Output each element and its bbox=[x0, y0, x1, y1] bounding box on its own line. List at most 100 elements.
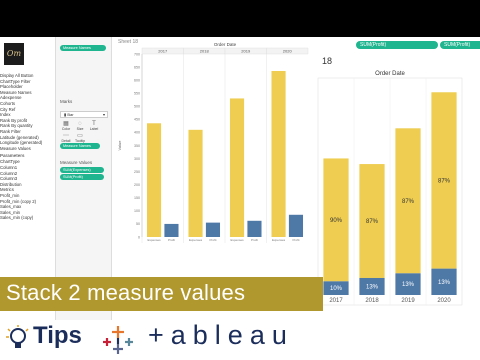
mark-button-size[interactable]: ◌ Size bbox=[74, 121, 86, 131]
y-tick-label: 250 bbox=[134, 170, 140, 174]
field-item[interactable]: Latitude (generated) bbox=[0, 135, 39, 140]
mark-button-label: Color bbox=[61, 127, 71, 131]
mark-button-tooltip[interactable]: ▭ Tooltip bbox=[74, 133, 86, 143]
y-tick-label: 150 bbox=[134, 196, 140, 200]
parameter-item[interactable]: Distribution bbox=[0, 182, 22, 187]
field-item[interactable]: Rank By quantity bbox=[0, 123, 32, 128]
y-tick-label: 300 bbox=[134, 157, 140, 161]
bar-axis-label: Expenses bbox=[189, 238, 203, 242]
parameter-item[interactable]: Profit_min (copy 2) bbox=[0, 199, 36, 204]
expense-percent-label: 87% bbox=[438, 178, 451, 184]
parameter-item[interactable]: Sales_min bbox=[0, 210, 20, 215]
bar-profit bbox=[247, 220, 262, 237]
measure-value-pill-profit[interactable]: SUM(Profit) bbox=[60, 174, 104, 180]
expense-percent-label: 87% bbox=[366, 219, 379, 225]
mark-button-color[interactable]: ▦ Color bbox=[60, 121, 72, 131]
y-tick-label: 450 bbox=[134, 118, 140, 122]
bar-profit bbox=[288, 214, 304, 237]
y-tick-label: 100 bbox=[134, 209, 140, 213]
parameter-item[interactable]: Metrics bbox=[0, 187, 14, 192]
bar-expenses bbox=[188, 129, 203, 237]
field-item[interactable]: Measure Names bbox=[0, 90, 32, 95]
tableau-screen: Om Display All Button ChartType Filter Pla… bbox=[0, 37, 480, 320]
profit-percent-label: 13% bbox=[366, 284, 379, 290]
measure-values-card-title: Measure Values bbox=[60, 160, 93, 165]
mark-button-label[interactable]: T Label bbox=[88, 121, 100, 131]
bar-axis-label: Profit bbox=[209, 238, 216, 242]
category-label: 2017 bbox=[329, 298, 343, 304]
bar-axis-label: Expenses bbox=[272, 238, 286, 242]
chevron-down-icon: ▾ bbox=[102, 112, 105, 117]
bar-axis-label: Expenses bbox=[147, 238, 161, 242]
marks-pill-measure-names[interactable]: Measure Names bbox=[60, 143, 100, 149]
field-item[interactable]: Longitude (generated) bbox=[0, 140, 42, 145]
measure-value-pill-expenses[interactable]: SUM(Expenses) bbox=[60, 167, 104, 173]
parameter-item[interactable]: Sales_max bbox=[0, 204, 21, 209]
category-label: 2018 bbox=[200, 49, 210, 54]
field-item[interactable]: Display All Button bbox=[0, 73, 33, 78]
columns-pill-measure-names[interactable]: Measure Names bbox=[60, 45, 106, 51]
marks-card-title: Marks bbox=[60, 99, 73, 104]
y-tick-label: 50 bbox=[136, 222, 140, 226]
field-item[interactable]: Rank By profit bbox=[0, 118, 27, 123]
lightbulb-icon bbox=[6, 325, 29, 348]
mark-button-label: Label bbox=[89, 127, 99, 131]
parameter-item[interactable]: Column1 bbox=[0, 165, 17, 170]
field-item[interactable]: Adexpense bbox=[0, 95, 22, 100]
mark-button-detail[interactable]: ⋯ Detail bbox=[60, 133, 72, 143]
y-tick-label: 700 bbox=[134, 52, 140, 56]
chart-header: Order Date bbox=[214, 42, 237, 47]
mark-type-dropdown[interactable]: ▮ Bar ▾ bbox=[60, 111, 108, 118]
bar-expenses bbox=[271, 70, 286, 237]
bar-axis-label: Expenses bbox=[230, 238, 244, 242]
bar-axis-label: Profit bbox=[251, 238, 258, 242]
bar-axis-label: Profit bbox=[292, 238, 299, 242]
category-label: 2020 bbox=[283, 49, 293, 54]
tableau-logo-icon bbox=[103, 326, 133, 354]
profit-percent-label: 10% bbox=[330, 286, 343, 292]
category-label: 2019 bbox=[241, 49, 251, 54]
bar-axis-label: Profit bbox=[168, 238, 175, 242]
y-tick-label: 200 bbox=[134, 183, 140, 187]
field-item[interactable]: Cohorts bbox=[0, 101, 15, 106]
field-item[interactable]: ChartType Filter bbox=[0, 79, 31, 84]
mark-type-value: Bar bbox=[67, 112, 74, 117]
field-item[interactable]: Measure Values bbox=[0, 146, 31, 151]
parameters-header: Parameters bbox=[0, 153, 25, 159]
parameter-item[interactable]: Profit_min bbox=[0, 193, 19, 198]
profit-percent-label: 13% bbox=[438, 280, 451, 286]
bar-expenses bbox=[146, 123, 162, 237]
field-item[interactable]: Placeholder bbox=[0, 84, 23, 89]
channel-logo: Om bbox=[4, 43, 24, 65]
parameter-item[interactable]: ChartType bbox=[0, 159, 20, 164]
category-label: 2018 bbox=[365, 298, 379, 304]
chart-header: Order Date bbox=[375, 71, 405, 77]
tips-label: Tips bbox=[33, 322, 82, 349]
y-axis-title: Value bbox=[117, 140, 122, 151]
parameter-item[interactable]: Column3 bbox=[0, 176, 17, 181]
y-tick-label: 350 bbox=[134, 144, 140, 148]
y-tick-label: 550 bbox=[134, 92, 140, 96]
parameter-item[interactable]: Column2 bbox=[0, 171, 17, 176]
profit-percent-label: 13% bbox=[402, 282, 415, 288]
expense-percent-label: 90% bbox=[330, 218, 343, 224]
y-tick-label: 600 bbox=[134, 78, 140, 82]
field-item[interactable]: Rank Filter bbox=[0, 129, 21, 134]
banner-text: Stack 2 measure values bbox=[6, 280, 246, 305]
bar-expenses bbox=[229, 98, 245, 237]
y-tick-label: 500 bbox=[134, 105, 140, 109]
bar-profit bbox=[164, 223, 179, 237]
field-item[interactable]: City Ref bbox=[0, 107, 15, 112]
chart-right: Order Date 90% 10% 2017 87% 13% 2018 87% 13% 2019… bbox=[317, 71, 463, 306]
y-tick-label: 400 bbox=[134, 131, 140, 135]
mark-button-label: Size bbox=[76, 127, 84, 131]
y-tick-label: 0 bbox=[138, 235, 140, 239]
bar-profit bbox=[205, 222, 221, 237]
parameter-item[interactable]: Sales_min (copy) bbox=[0, 215, 33, 220]
category-label: 2019 bbox=[401, 298, 415, 304]
category-label: 2020 bbox=[437, 298, 451, 304]
category-label: 2017 bbox=[158, 49, 168, 54]
field-item[interactable]: Index bbox=[0, 112, 11, 117]
tableau-wordmark: +ableau bbox=[148, 320, 294, 350]
expense-percent-label: 87% bbox=[402, 199, 415, 205]
